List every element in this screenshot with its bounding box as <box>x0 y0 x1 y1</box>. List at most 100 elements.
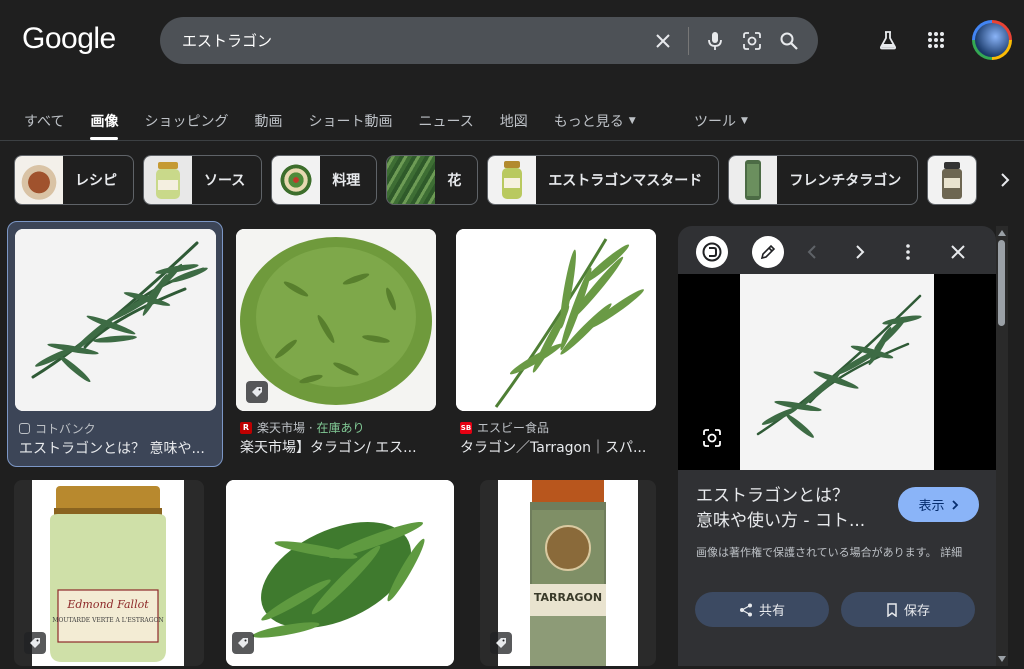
previous-button[interactable] <box>796 236 828 268</box>
kotobank-favicon <box>19 423 30 434</box>
tab-videos[interactable]: 動画 <box>254 108 282 134</box>
result-title[interactable]: 楽天市場】タラゴン/ エス... <box>240 437 434 457</box>
source-name: エスビー食品 <box>477 421 550 435</box>
search-icon[interactable] <box>778 30 800 52</box>
result-image[interactable]: Edmond Fallot MOUTARDE VERTE A L'ESTRAGO… <box>14 480 204 666</box>
result-source[interactable]: R 楽天市場 · 在庫あり <box>240 419 364 436</box>
product-tag-icon <box>490 632 512 654</box>
scroll-down-arrow[interactable] <box>997 654 1007 664</box>
product-tag-icon <box>24 632 46 654</box>
share-icon <box>739 603 752 616</box>
svg-text:Edmond Fallot: Edmond Fallot <box>66 598 149 611</box>
result-image[interactable] <box>236 229 436 411</box>
tab-images[interactable]: 画像 <box>90 108 119 140</box>
chip-flower[interactable]: 花 <box>386 155 479 205</box>
account-avatar[interactable] <box>972 20 1012 60</box>
result-source[interactable]: コトバンク <box>19 420 96 437</box>
chevron-down-icon: ▼ <box>628 116 636 126</box>
chip-cooking[interactable]: 料理 <box>271 155 378 205</box>
result-image[interactable] <box>456 229 656 411</box>
visual-search-icon[interactable] <box>698 424 726 452</box>
chip-thumbnail <box>144 156 192 204</box>
source-name: 楽天市場 <box>257 421 306 435</box>
source-name: コトバンク <box>35 422 96 436</box>
separator: · <box>305 420 317 435</box>
search-bar <box>160 17 818 64</box>
svg-text:TARRAGON: TARRAGON <box>534 591 602 604</box>
search-tabs: すべて 画像 ショッピング 動画 ショート動画 ニュース 地図 もっと見る ▼ <box>24 108 662 140</box>
result-image[interactable] <box>226 480 454 666</box>
chip-label: レシピ <box>75 173 117 189</box>
google-logo[interactable]: Google <box>22 22 116 56</box>
image-preview-panel: エストラゴンとは？ 意味や使い方 - コト... 表示 画像は著作権で保護されて… <box>678 226 996 666</box>
visit-label: 表示 <box>918 499 945 514</box>
edit-button[interactable] <box>752 236 784 268</box>
result-title[interactable]: エストラゴンとは？ 意味や... <box>19 438 219 458</box>
search-input[interactable] <box>160 17 637 64</box>
more-options-button[interactable] <box>892 236 924 268</box>
scroll-up-arrow[interactable] <box>997 228 1007 238</box>
header-right <box>876 20 1012 60</box>
image-result-card[interactable]: Edmond Fallot MOUTARDE VERTE A L'ESTRAGO… <box>14 480 204 666</box>
microphone-icon[interactable] <box>704 30 726 52</box>
chip-thumbnail <box>387 156 436 204</box>
pencil-icon <box>760 244 776 260</box>
sb-foods-favicon: SB <box>460 421 472 434</box>
chip-thumbnail <box>729 156 778 204</box>
save-label: 保存 <box>903 604 930 619</box>
chip-french-tarragon[interactable]: フレンチタラゴン <box>728 155 919 205</box>
lens-icon <box>702 242 722 262</box>
scroll-thumb[interactable] <box>998 240 1005 326</box>
tabs-divider <box>0 140 1024 141</box>
image-result-card[interactable]: TARRAGON <box>480 480 656 666</box>
save-button[interactable]: 保存 <box>841 592 975 627</box>
chevron-right-icon <box>951 499 958 510</box>
labs-flask-icon[interactable] <box>876 28 900 52</box>
chip-thumbnail <box>272 156 321 204</box>
result-image[interactable] <box>15 229 216 411</box>
result-title[interactable]: タラゴン／Tarragon｜スパ... <box>460 437 654 457</box>
preview-image[interactable] <box>678 274 996 470</box>
result-source[interactable]: SB エスビー食品 <box>460 419 549 436</box>
share-button[interactable]: 共有 <box>695 592 829 627</box>
image-result-card[interactable]: R 楽天市場 · 在庫あり 楽天市場】タラゴン/ エス... <box>229 221 443 467</box>
tools-menu[interactable]: ツール ▼ <box>694 108 748 134</box>
chip-thumbnail <box>15 156 63 204</box>
chip-label: 花 <box>447 173 462 189</box>
tab-more[interactable]: もっと見る ▼ <box>554 108 636 134</box>
next-button[interactable] <box>844 236 876 268</box>
product-tag-icon <box>246 381 268 403</box>
chip-recipe[interactable]: レシピ <box>14 155 134 205</box>
chip-sauce[interactable]: ソース <box>143 155 263 205</box>
preview-title-line2: 意味や使い方 - コト... <box>696 511 866 531</box>
chip-label: フレンチタラゴン <box>789 173 902 189</box>
clear-icon[interactable] <box>652 30 674 52</box>
visit-button[interactable]: 表示 <box>898 487 979 522</box>
tab-news[interactable]: ニュース <box>418 108 473 134</box>
image-result-card[interactable] <box>226 480 454 666</box>
chip-label: エストラゴンマスタード <box>548 173 703 189</box>
tab-short-videos[interactable]: ショート動画 <box>308 108 392 134</box>
tab-shopping[interactable]: ショッピング <box>144 108 228 134</box>
result-image[interactable]: TARRAGON <box>480 480 656 666</box>
tools-label: ツール <box>694 114 736 130</box>
close-preview-button[interactable] <box>942 236 974 268</box>
chip-thumbnail <box>488 156 537 204</box>
lens-search-button[interactable] <box>696 236 728 268</box>
close-icon <box>951 245 965 259</box>
tab-maps[interactable]: 地図 <box>500 108 528 134</box>
chip-tarragon-mustard[interactable]: エストラゴンマスタード <box>487 155 720 205</box>
chip-label: ソース <box>204 173 246 189</box>
preview-title[interactable]: エストラゴンとは？ 意味や使い方 - コト... <box>696 484 896 534</box>
chevron-down-icon: ▼ <box>741 116 748 126</box>
lens-icon[interactable] <box>741 30 763 52</box>
chevron-right-icon <box>1001 173 1010 187</box>
image-result-card[interactable]: SB エスビー食品 タラゴン／Tarragon｜スパ... <box>449 221 663 467</box>
image-result-card[interactable]: コトバンク エストラゴンとは？ 意味や... <box>7 221 223 467</box>
more-vert-icon <box>906 244 910 260</box>
chip-more[interactable] <box>927 155 978 205</box>
preview-scrollbar[interactable] <box>996 226 1008 666</box>
apps-grid-icon[interactable] <box>924 28 948 52</box>
tab-all[interactable]: すべて <box>24 108 64 134</box>
chips-next-button[interactable] <box>980 155 1024 205</box>
